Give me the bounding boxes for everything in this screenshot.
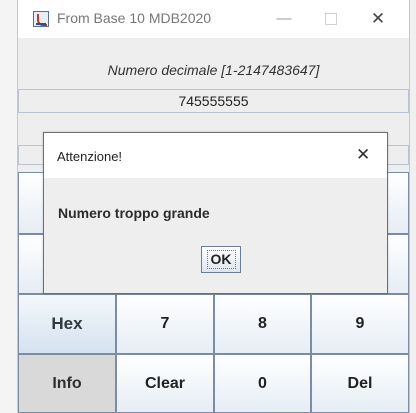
dialog-title: Attenzione! — [57, 149, 123, 164]
info-button[interactable]: Info — [18, 354, 116, 413]
maximize-button[interactable] — [316, 6, 346, 32]
dialog-body: Numero troppo grande OK — [44, 178, 387, 293]
dialog-message: Numero troppo grande — [58, 205, 210, 221]
java-app-icon — [33, 11, 49, 27]
key-9[interactable]: 9 — [311, 294, 409, 354]
key-8[interactable]: 8 — [214, 294, 311, 354]
title-bar[interactable]: From Base 10 MDB2020 — ✕ — [18, 0, 409, 38]
input-label: Numero decimale [1-2147483647] — [107, 62, 320, 78]
close-button[interactable]: ✕ — [363, 6, 393, 32]
maximize-icon — [325, 13, 337, 26]
hex-button[interactable]: Hex — [18, 294, 116, 354]
key-7[interactable]: 7 — [116, 294, 214, 354]
warning-dialog: Attenzione! ✕ Numero troppo grande OK — [43, 132, 388, 294]
ok-button-label: OK — [206, 250, 236, 269]
ok-button[interactable]: OK — [201, 246, 241, 273]
window-title: From Base 10 MDB2020 — [57, 10, 212, 26]
dialog-close-button[interactable]: ✕ — [356, 145, 370, 165]
decimal-number-field[interactable]: 745555555 — [18, 89, 409, 113]
delete-button[interactable]: Del — [311, 354, 409, 413]
clear-button[interactable]: Clear — [116, 354, 214, 413]
dialog-title-bar[interactable]: Attenzione! ✕ — [44, 133, 387, 178]
key-0[interactable]: 0 — [214, 354, 311, 413]
desktop-background-right — [410, 0, 416, 413]
desktop-background — [0, 0, 17, 413]
minimize-button[interactable]: — — [269, 6, 299, 32]
